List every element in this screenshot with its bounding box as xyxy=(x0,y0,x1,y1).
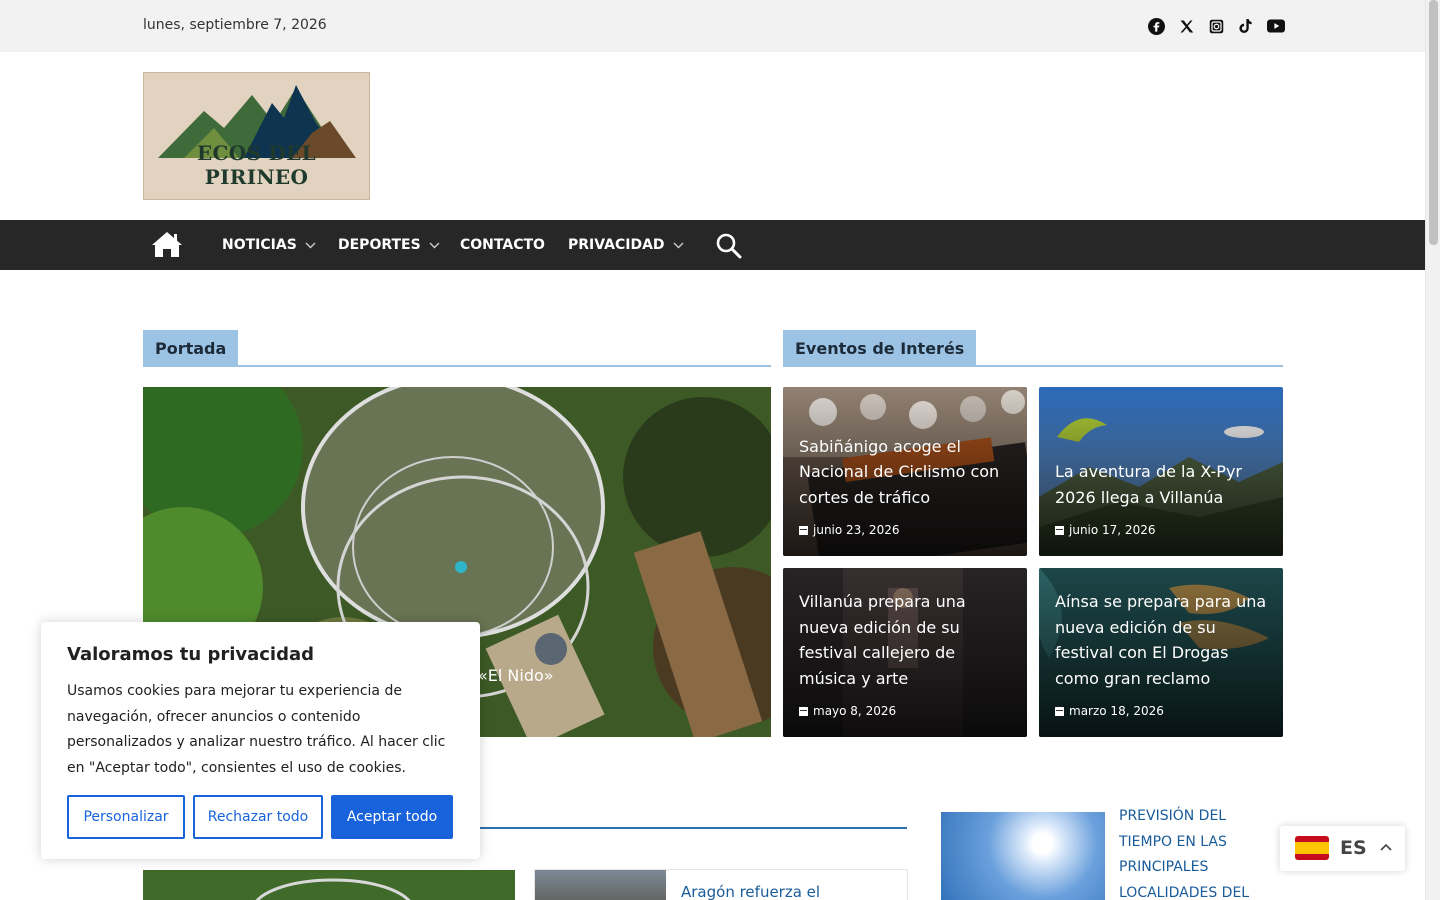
event-card-date-text: junio 17, 2026 xyxy=(1069,523,1156,537)
event-card-date-text: marzo 18, 2026 xyxy=(1069,704,1164,718)
language-code: ES xyxy=(1340,837,1367,859)
chevron-down-icon xyxy=(673,242,684,248)
chevron-down-icon xyxy=(429,242,440,248)
youtube-icon[interactable] xyxy=(1266,16,1286,36)
nav-item-contacto[interactable]: CONTACTO xyxy=(460,237,545,253)
event-card-title[interactable]: La aventura de la X-Pyr 2026 llega a Vil… xyxy=(1055,459,1273,510)
event-card-title[interactable]: Villanúa prepara una nueva edición de su… xyxy=(799,589,1017,691)
home-icon[interactable] xyxy=(151,230,183,260)
tiktok-icon[interactable] xyxy=(1236,16,1256,36)
event-card-date-text: junio 23, 2026 xyxy=(813,523,900,537)
facebook-icon[interactable] xyxy=(1146,16,1166,36)
nav-item-noticias[interactable]: NOTICIAS xyxy=(222,237,316,253)
customize-button[interactable]: Personalizar xyxy=(67,795,185,839)
event-card-title[interactable]: Aínsa se prepara para una nueva edición … xyxy=(1055,589,1273,691)
nav-item-label: CONTACTO xyxy=(460,237,545,253)
list-article-card[interactable]: Aragón refuerza el xyxy=(534,869,908,900)
chevron-up-icon xyxy=(1380,843,1392,851)
event-card[interactable]: La aventura de la X-Pyr 2026 llega a Vil… xyxy=(1039,387,1283,556)
event-card-date: junio 23, 2026 xyxy=(799,523,899,537)
article-thumbnail-image xyxy=(143,870,515,900)
event-card-date-text: mayo 8, 2026 xyxy=(813,704,897,718)
main-navigation: NOTICIAS DEPORTES CONTACTO PRIVACIDAD xyxy=(0,220,1425,270)
section-title-portada: Portada xyxy=(143,330,771,367)
accept-all-button[interactable]: Aceptar todo xyxy=(331,795,453,839)
event-card[interactable]: Sabiñánigo acoge el Nacional de Ciclismo… xyxy=(783,387,1027,556)
list-article-title[interactable]: Aragón refuerza el xyxy=(681,883,820,900)
section-title-label: Eventos de Interés xyxy=(783,330,977,365)
nav-item-label: PRIVACIDAD xyxy=(568,237,665,253)
site-logo[interactable]: ECOS DEL PIRINEO xyxy=(143,72,370,200)
x-icon[interactable] xyxy=(1176,16,1196,36)
cookie-description: Usamos cookies para mejorar tu experienc… xyxy=(67,683,446,776)
event-card-date: marzo 18, 2026 xyxy=(1055,704,1164,718)
current-date: lunes, septiembre 7, 2026 xyxy=(143,17,327,33)
nav-item-label: DEPORTES xyxy=(338,237,421,253)
weather-article-title[interactable]: PREVISIÓN DEL TIEMPO EN LAS PRINCIPALES … xyxy=(1119,804,1259,900)
list-article-image xyxy=(535,870,666,900)
cookie-consent-dialog: Valoramos tu privacidad Usamos cookies p… xyxy=(41,622,480,859)
instagram-icon[interactable] xyxy=(1206,16,1226,36)
page-scrollbar[interactable] xyxy=(1425,0,1440,900)
article-thumbnail[interactable] xyxy=(143,870,515,900)
nav-item-privacidad[interactable]: PRIVACIDAD xyxy=(568,237,684,253)
chevron-down-icon xyxy=(305,242,316,248)
social-links xyxy=(1146,16,1286,36)
reject-all-button[interactable]: Rechazar todo xyxy=(193,795,323,839)
spain-flag-icon xyxy=(1295,836,1329,860)
top-bar: lunes, septiembre 7, 2026 xyxy=(0,0,1425,52)
section-title-eventos: Eventos de Interés xyxy=(783,330,1283,367)
event-card[interactable]: Aínsa se prepara para una nueva edición … xyxy=(1039,568,1283,737)
nav-item-deportes[interactable]: DEPORTES xyxy=(338,237,440,253)
page: lunes, septiembre 7, 2026 ECOS DEL PIRIN… xyxy=(0,0,1425,900)
language-switcher[interactable]: ES xyxy=(1280,826,1405,871)
event-card-title[interactable]: Sabiñánigo acoge el Nacional de Ciclismo… xyxy=(799,434,1017,511)
calendar-icon xyxy=(1055,525,1064,535)
nav-item-label: NOTICIAS xyxy=(222,237,297,253)
event-card-date: mayo 8, 2026 xyxy=(799,704,896,718)
event-card[interactable]: Villanúa prepara una nueva edición de su… xyxy=(783,568,1027,737)
event-card-date: junio 17, 2026 xyxy=(1055,523,1155,537)
search-icon[interactable] xyxy=(715,232,742,259)
calendar-icon xyxy=(799,706,808,716)
weather-article-image[interactable] xyxy=(941,812,1105,900)
section-title-label: Portada xyxy=(143,330,239,365)
calendar-icon xyxy=(799,525,808,535)
cookie-title: Valoramos tu privacidad xyxy=(67,644,315,665)
scrollbar-thumb[interactable] xyxy=(1429,0,1438,245)
featured-article-title[interactable]: «El Nido» xyxy=(478,666,554,685)
logo-text: ECOS DEL PIRINEO xyxy=(196,141,317,189)
calendar-icon xyxy=(1055,706,1064,716)
